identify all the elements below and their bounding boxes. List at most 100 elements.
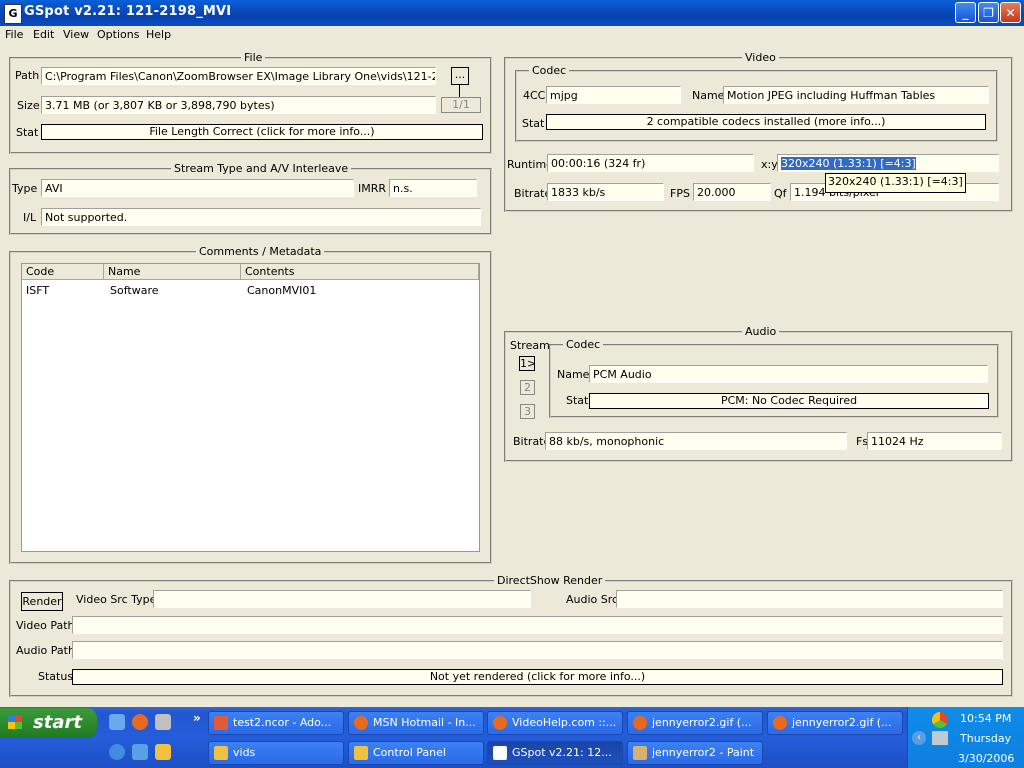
menu-file[interactable]: File xyxy=(5,28,23,41)
qf-label: Qf xyxy=(774,187,787,200)
audio-stat-field[interactable]: PCM: No Codec Required xyxy=(589,393,989,409)
fourcc-label: 4CC xyxy=(523,89,546,102)
video-name-label: Name xyxy=(692,89,725,102)
internet-explorer-icon[interactable] xyxy=(109,744,125,760)
path-field[interactable]: C:\Program Files\Canon\ZoomBrowser EX\Im… xyxy=(41,67,436,85)
audio-path-label: Audio Path xyxy=(16,644,75,657)
audio-path-field[interactable] xyxy=(72,641,1003,659)
audio-stream-3-button[interactable]: 3 xyxy=(520,404,535,419)
system-tray: ‹ 10:54 PM Thursday 3/30/2006 xyxy=(907,707,1024,768)
gspot-icon[interactable]: G xyxy=(4,4,22,24)
audio-stream-2-button[interactable]: 2 xyxy=(520,380,535,395)
task-button-jennyerror2-gif-2[interactable]: jennyerror2.gif (... xyxy=(767,711,903,735)
cell-contents: CanonMVI01 xyxy=(247,284,317,297)
task-label: test2.ncor - Ado... xyxy=(233,716,332,729)
video-name-field[interactable]: Motion JPEG including Huffman Tables xyxy=(723,86,989,104)
windows-logo-icon xyxy=(8,715,22,729)
firefox-icon[interactable] xyxy=(132,714,148,730)
file-stat-field[interactable]: File Length Correct (click for more info… xyxy=(41,124,483,140)
minimize-button[interactable]: _ xyxy=(955,2,976,23)
stream-group-title: Stream Type and A/V Interleave xyxy=(171,162,352,175)
type-field[interactable]: AVI xyxy=(41,179,354,197)
column-header-name[interactable]: Name xyxy=(104,264,241,280)
audio-codec-title: Codec xyxy=(563,338,604,351)
video-codec-title: Codec xyxy=(529,64,570,77)
task-label: jennyerror2 - Paint xyxy=(652,746,755,759)
audio-name-field[interactable]: PCM Audio xyxy=(589,365,988,383)
network-tray-icon[interactable] xyxy=(932,731,948,745)
firefox-icon xyxy=(633,716,647,730)
control-panel-icon xyxy=(354,746,368,760)
fps-field[interactable]: 20.000 xyxy=(693,183,771,201)
video-bitrate-label: Bitrate xyxy=(514,187,552,200)
firefox-icon xyxy=(493,716,507,730)
video-bitrate-field[interactable]: 1833 kb/s xyxy=(547,183,664,201)
maximize-button[interactable]: ❐ xyxy=(978,2,999,23)
imrr-field[interactable]: n.s. xyxy=(389,179,477,197)
audio-src-field[interactable] xyxy=(616,590,1003,608)
video-src-type-field[interactable] xyxy=(153,590,531,608)
cell-name: Software xyxy=(110,284,159,297)
task-button-videohelp[interactable]: VideoHelp.com ::... xyxy=(487,711,623,735)
cell-code: ISFT xyxy=(26,284,50,297)
task-button-control-panel[interactable]: Control Panel xyxy=(348,741,484,765)
menu-view[interactable]: View xyxy=(63,28,89,41)
audio-stream-1-button[interactable]: 1> xyxy=(519,356,536,371)
size-field[interactable]: 3.71 MB (or 3,807 KB or 3,898,790 bytes) xyxy=(41,96,436,114)
show-desktop-icon[interactable] xyxy=(109,714,125,730)
paint-icon xyxy=(633,746,647,760)
clock-time[interactable]: 10:54 PM xyxy=(960,712,1011,725)
task-label: MSN Hotmail - In... xyxy=(373,716,476,729)
task-label: GSpot v2.21: 12... xyxy=(512,746,612,759)
close-button[interactable]: ✕ xyxy=(1000,2,1021,23)
column-header-code[interactable]: Code xyxy=(22,264,104,280)
title-bar[interactable]: G GSpot v2.21: 121-2198_MVI _ ❐ ✕ xyxy=(0,0,1024,26)
acrobat-icon xyxy=(214,716,228,730)
connector-line xyxy=(459,85,460,97)
status-field[interactable]: Not yet rendered (click for more info...… xyxy=(72,669,1003,685)
task-button-test2-ncor[interactable]: test2.ncor - Ado... xyxy=(208,711,344,735)
task-button-msn-hotmail[interactable]: MSN Hotmail - In... xyxy=(348,711,484,735)
gspot-window: G GSpot v2.21: 121-2198_MVI _ ❐ ✕ File E… xyxy=(0,0,1024,707)
browse-button[interactable]: ... xyxy=(451,67,469,85)
metadata-list[interactable]: Code Name Contents ISFT Software CanonMV… xyxy=(21,263,480,552)
runtime-field[interactable]: 00:00:16 (324 fr) xyxy=(547,154,754,172)
column-header-contents[interactable]: Contents xyxy=(241,264,479,280)
start-label: start xyxy=(33,712,82,733)
audio-name-label: Name xyxy=(557,368,590,381)
video-path-field[interactable] xyxy=(72,616,1003,634)
audio-group-title: Audio xyxy=(742,325,780,338)
video-src-type-label: Video Src Type xyxy=(76,593,157,606)
table-row[interactable]: ISFT Software CanonMVI01 xyxy=(22,282,479,298)
gspot-icon xyxy=(493,746,507,760)
start-button[interactable]: start xyxy=(0,708,97,738)
il-field[interactable]: Not supported. xyxy=(41,208,481,226)
menu-help[interactable]: Help xyxy=(146,28,171,41)
xy-field[interactable]: 320x240 (1.33:1) [=4:3] xyxy=(777,154,999,172)
audio-bitrate-field[interactable]: 88 kb/s, monophonic xyxy=(545,432,847,450)
render-button[interactable]: Render xyxy=(21,592,63,611)
task-button-paint[interactable]: jennyerror2 - Paint xyxy=(627,741,763,765)
task-label: VideoHelp.com ::... xyxy=(512,716,617,729)
fs-field[interactable]: 11024 Hz xyxy=(867,432,1002,450)
fourcc-field[interactable]: mjpg xyxy=(546,86,681,104)
menu-options[interactable]: Options xyxy=(97,28,139,41)
window-title: GSpot v2.21: 121-2198_MVI xyxy=(24,4,232,19)
task-button-vids[interactable]: vids xyxy=(208,741,344,765)
xy-value-selected: 320x240 (1.33:1) [=4:3] xyxy=(781,157,916,170)
menu-edit[interactable]: Edit xyxy=(33,28,54,41)
quicklaunch-overflow-icon[interactable]: » xyxy=(193,711,201,725)
path-label: Path xyxy=(15,69,40,82)
video-codec-group: Codec xyxy=(515,64,998,142)
media-player-icon[interactable] xyxy=(132,744,148,760)
task-button-gspot[interactable]: GSpot v2.21: 12... xyxy=(487,741,623,765)
menu-bar: File Edit View Options Help xyxy=(0,26,1024,46)
chrome-tray-icon[interactable] xyxy=(932,712,948,728)
folder-icon[interactable] xyxy=(155,744,171,760)
video-stat-field[interactable]: 2 compatible codecs installed (more info… xyxy=(546,114,986,130)
tray-expand-icon[interactable]: ‹ xyxy=(912,731,926,745)
fps-label: FPS xyxy=(670,187,690,200)
task-label: jennyerror2.gif (... xyxy=(792,716,892,729)
task-button-jennyerror2-gif-1[interactable]: jennyerror2.gif (... xyxy=(627,711,763,735)
notepad-icon[interactable] xyxy=(155,714,171,730)
